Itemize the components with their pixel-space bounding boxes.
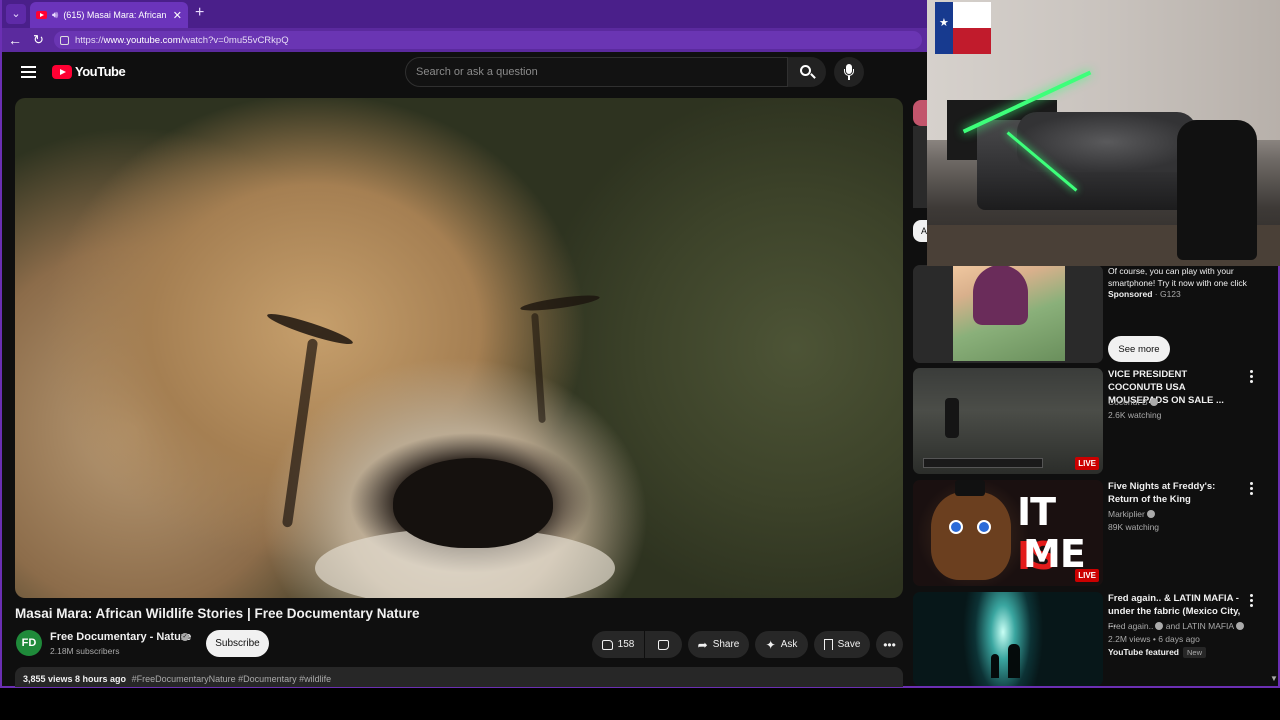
youtube-logo-text: YouTube: [75, 64, 126, 79]
ask-button[interactable]: ✦ Ask: [755, 631, 808, 658]
share-label: Share: [712, 639, 740, 650]
thumbs-up-icon: [601, 639, 613, 650]
channel-avatar[interactable]: FD: [16, 630, 42, 656]
more-actions-button[interactable]: •••: [876, 631, 903, 658]
youtube-play-icon: [52, 64, 72, 79]
ask-label: Ask: [780, 639, 798, 650]
save-label: Save: [837, 639, 861, 650]
url-text[interactable]: https://www.youtube.com/watch?v=0mu55vCR…: [75, 35, 289, 46]
live-badge: LIVE: [1075, 457, 1099, 470]
share-icon: ➦: [697, 637, 708, 652]
youtube-logo[interactable]: YouTube: [52, 64, 126, 79]
video-title[interactable]: Five Nights at Freddy's: Return of the K…: [1108, 480, 1242, 506]
search-box[interactable]: [405, 57, 788, 87]
channel-name[interactable]: Fred again.. and LATIN MAFIA: [1108, 621, 1245, 631]
new-badge: New: [1183, 647, 1207, 658]
webcam-overlay: ★: [927, 0, 1280, 266]
view-count-and-date: 3,855 views 8 hours ago: [23, 674, 127, 684]
taskbar-area: [0, 688, 1280, 720]
tab-strip: ⌄ 🔊︎ (615) Masai Mara: African Wil ✕ +: [2, 0, 927, 28]
search-input[interactable]: [406, 58, 787, 86]
sparkle-icon: ✦: [765, 637, 776, 652]
like-count: 158: [617, 639, 635, 650]
voice-search-button[interactable]: [834, 57, 864, 87]
share-button[interactable]: ➦ Share: [688, 631, 749, 658]
bookmark-icon: [823, 639, 833, 650]
channel-name[interactable]: Markiplier: [1108, 509, 1155, 519]
viewer-count: 89K watching: [1108, 522, 1160, 532]
featured-label: YouTube featured New: [1108, 647, 1207, 658]
verified-icon: [1236, 622, 1245, 630]
sponsored-ad[interactable]: Of course, you can play with your smartp…: [912, 258, 1272, 364]
video-player[interactable]: [15, 98, 903, 598]
site-info-icon[interactable]: [60, 35, 69, 45]
like-button[interactable]: 158: [592, 631, 644, 658]
search-button[interactable]: [788, 57, 826, 87]
recommendation-item[interactable]: IT IS ME LIVE Five Nights at Freddy's: R…: [912, 480, 1272, 586]
verified-icon: [1149, 398, 1158, 406]
reload-button[interactable]: ↻: [33, 31, 44, 49]
url-field[interactable]: https://www.youtube.com/watch?v=0mu55vCR…: [54, 31, 922, 49]
live-badge: LIVE: [1075, 569, 1099, 582]
video-thumbnail[interactable]: IT IS ME LIVE: [913, 480, 1103, 586]
save-button[interactable]: Save: [814, 631, 870, 658]
browser-window: ⌄ 🔊︎ (615) Masai Mara: African Wil ✕ + ←…: [0, 0, 1280, 688]
verified-icon: ✓: [181, 633, 189, 641]
verified-icon: [1146, 510, 1155, 518]
ad-sponsor-line: Sponsored · G123: [1108, 289, 1181, 299]
dislike-button[interactable]: [645, 631, 682, 658]
guide-menu-button[interactable]: [21, 66, 36, 78]
recommendation-item[interactable]: LIVE VICE PRESIDENT COCONUTB USA MOUSEPA…: [912, 368, 1272, 474]
see-more-button[interactable]: See more: [1108, 336, 1170, 362]
thumbs-down-icon: [658, 639, 669, 650]
ad-thumbnail[interactable]: [913, 265, 1103, 363]
back-button[interactable]: ←: [8, 31, 22, 49]
channel-name[interactable]: Coconut B: [1108, 397, 1158, 407]
speaker-icon[interactable]: 🔊︎: [52, 10, 58, 21]
verified-icon: [1155, 622, 1164, 630]
close-tab-icon[interactable]: ✕: [173, 9, 182, 22]
more-options-icon[interactable]: [1246, 370, 1256, 386]
video-thumbnail[interactable]: LIVE: [913, 368, 1103, 474]
video-title: Masai Mara: African Wildlife Stories | F…: [15, 606, 420, 621]
hashtags[interactable]: #FreeDocumentaryNature #Documentary #wil…: [132, 674, 332, 684]
browser-tab[interactable]: 🔊︎ (615) Masai Mara: African Wil ✕: [30, 2, 188, 28]
description-box[interactable]: 3,855 views 8 hours ago #FreeDocumentary…: [15, 667, 903, 687]
flag-star-icon: ★: [939, 17, 949, 29]
subscriber-count: 2.18M subscribers: [50, 646, 120, 656]
more-options-icon[interactable]: [1246, 594, 1256, 610]
recommendation-item[interactable]: Fred again.. & LATIN MAFIA - under the f…: [912, 592, 1272, 686]
new-tab-button[interactable]: +: [195, 4, 204, 22]
channel-name[interactable]: Free Documentary - Nature: [50, 631, 191, 643]
tab-list-button[interactable]: ⌄: [6, 4, 26, 24]
viewer-count: 2.6K watching: [1108, 410, 1162, 420]
view-count-and-date: 2.2M views • 6 days ago: [1108, 634, 1200, 644]
video-thumbnail[interactable]: [913, 592, 1103, 686]
youtube-favicon-icon: [36, 11, 47, 19]
address-bar-row: ← ↻ https://www.youtube.com/watch?v=0mu5…: [2, 28, 927, 52]
scroll-down-arrow-icon[interactable]: ▼: [1270, 674, 1278, 683]
tab-title: (615) Masai Mara: African Wil: [63, 10, 167, 20]
subscribe-button[interactable]: Subscribe: [206, 630, 269, 657]
more-horizontal-icon: •••: [883, 637, 896, 652]
ad-description: Of course, you can play with your smartp…: [1108, 266, 1247, 288]
more-options-icon[interactable]: [1246, 482, 1256, 498]
